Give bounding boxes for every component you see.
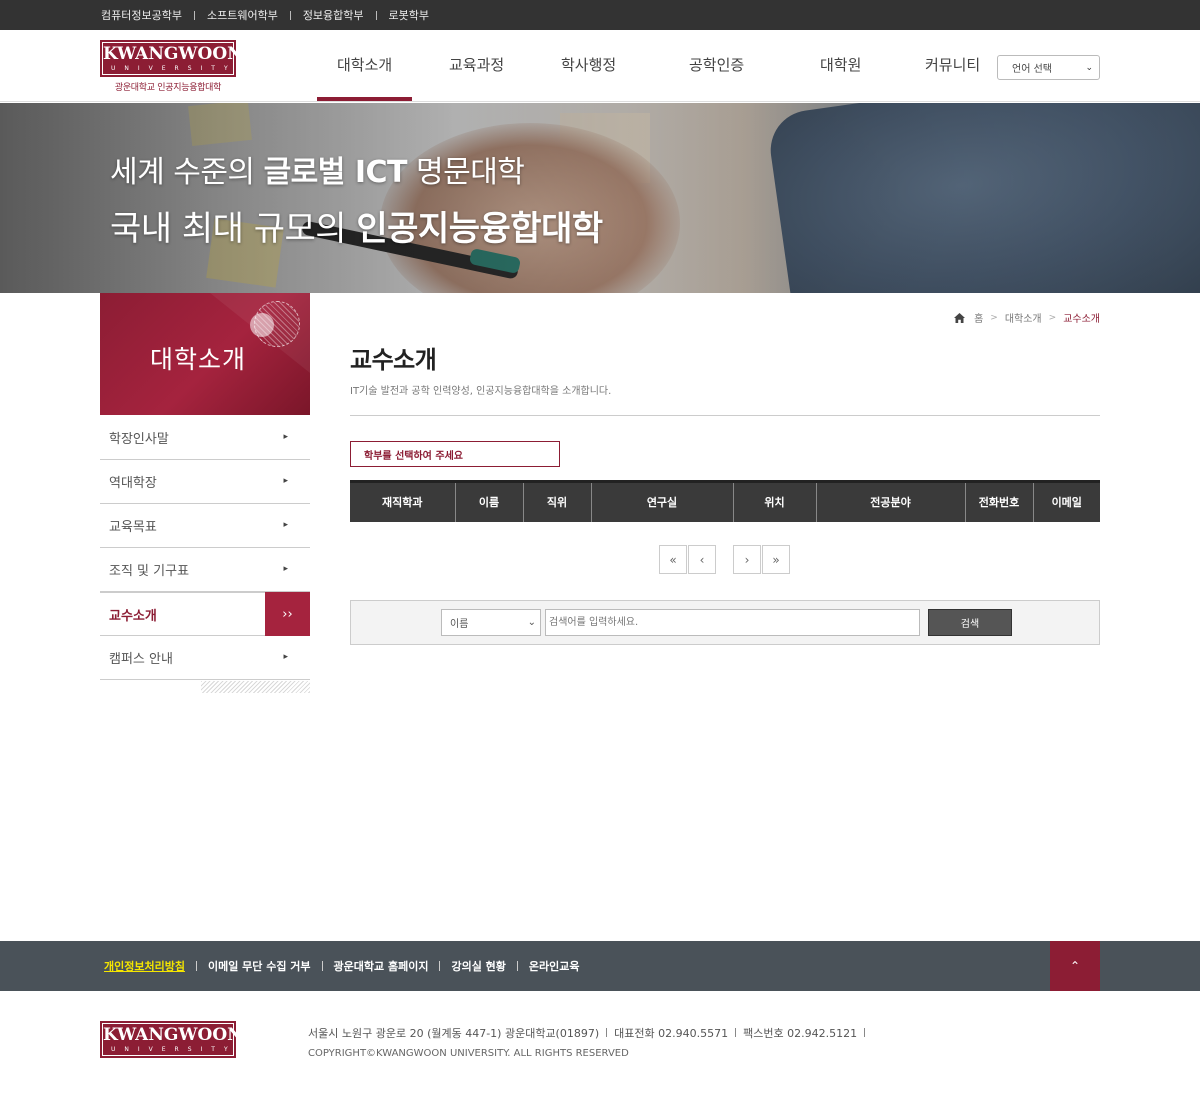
footer-link-privacy[interactable]: 개인정보처리방침 — [104, 958, 185, 974]
sidebar-item-education-goals[interactable]: 교육목표 ▸ — [100, 504, 310, 548]
footer-phone: 대표전화 02.940.5571 — [614, 1027, 729, 1040]
chevron-right-icon: > — [990, 312, 998, 323]
footer-fax: 팩스번호 02.942.5121 — [743, 1027, 858, 1040]
footer-link-university-home[interactable]: 광운대학교 홈페이지 — [311, 958, 429, 974]
nav-item-community[interactable]: 커뮤니티 — [925, 54, 980, 75]
home-icon[interactable] — [953, 312, 966, 324]
top-utility-bar: 컴퓨터정보공학부 소프트웨어학부 정보융합학부 로봇학부 — [0, 0, 1200, 30]
logo-wordmark: KWANGWOON — [103, 44, 243, 64]
banner-headline-1: 세계 수준의 글로벌 ICT 명문대학 — [110, 155, 525, 190]
double-chevron-right-icon: ›› — [265, 592, 310, 636]
col-email: 이메일 — [1033, 480, 1100, 522]
caret-right-icon: ▸ — [283, 564, 288, 574]
footer-link-classroom-status[interactable]: 강의실 현황 — [428, 958, 505, 974]
footer-link-email-refusal[interactable]: 이메일 무단 수집 거부 — [185, 958, 311, 974]
language-select[interactable]: 언어 선택 ⌄ — [997, 55, 1100, 80]
breadcrumb-level1[interactable]: 대학소개 — [1005, 310, 1042, 325]
sidebar-menu: 학장인사말 ▸ 역대학장 ▸ 교육목표 ▸ 조직 및 기구표 ▸ 교수소개 ›› 캠퍼스 … — [100, 416, 310, 680]
footer-links-bar: 개인정보처리방침 이메일 무단 수집 거부 광운대학교 홈페이지 강의실 현황 … — [0, 941, 1200, 991]
col-office: 연구실 — [591, 480, 734, 522]
sidebar-decoration — [201, 681, 310, 693]
breadcrumb-current: 교수소개 — [1063, 314, 1100, 325]
chevron-right-icon: > — [1048, 312, 1057, 323]
sidebar-item-dean-greeting[interactable]: 학장인사말 ▸ — [100, 416, 310, 460]
caret-right-icon: ▸ — [283, 476, 288, 486]
top-link-info-convergence[interactable]: 정보융합학부 — [278, 7, 364, 23]
footer-copyright: COPYRIGHT©KWANGWOON UNIVERSITY. ALL RIGH… — [308, 1048, 629, 1059]
footer-address: 서울시 노원구 광운로 20 (월계동 447-1) 광운대학교(01897) 대… — [308, 1025, 872, 1041]
table-header-row: 재직학과 이름 직위 연구실 위치 전공분야 전화번호 이메일 — [350, 480, 1100, 522]
sidebar-item-campus-guide[interactable]: 캠퍼스 안내 ▸ — [100, 636, 310, 680]
nav-active-indicator — [317, 97, 412, 101]
col-name: 이름 — [455, 480, 524, 522]
university-logo[interactable]: KWANGWOON UNIVERSITY 광운대학교 인공지능융합대학 — [100, 40, 243, 93]
page-description: IT기술 발전과 공학 인력양성, 인공지능융합대학을 소개합니다. — [350, 386, 612, 397]
department-links: 컴퓨터정보공학부 소프트웨어학부 정보융합학부 로봇학부 — [101, 0, 429, 30]
first-page-button[interactable]: « — [659, 545, 687, 574]
col-department: 재직학과 — [350, 480, 456, 522]
breadcrumb: 홈 > 대학소개 > 교수소개 — [953, 310, 1100, 325]
header: KWANGWOON UNIVERSITY 광운대학교 인공지능융합대학 대학소개… — [0, 30, 1200, 102]
top-link-robotics[interactable]: 로봇학부 — [364, 7, 429, 23]
nav-item-graduate[interactable]: 대학원 — [820, 54, 861, 75]
chevron-down-icon: ⌄ — [527, 617, 536, 628]
sidebar-item-faculty[interactable]: 교수소개 ›› — [100, 592, 310, 636]
nav-item-engineering-cert[interactable]: 공학인증 — [689, 54, 744, 75]
hero-banner: 세계 수준의 글로벌 ICT 명문대학 국내 최대 규모의 인공지능융합대학 — [0, 103, 1200, 293]
caret-right-icon: ▸ — [283, 520, 288, 530]
col-position: 직위 — [523, 480, 592, 522]
footer-logo: KWANGWOON UNIVERSITY — [100, 1021, 243, 1058]
chevron-down-icon: ⌄ — [1085, 62, 1093, 73]
chevron-up-icon: ⌃ — [1069, 959, 1081, 973]
col-phone: 전화번호 — [965, 480, 1034, 522]
sidebar-title-box: 대학소개 — [100, 293, 310, 415]
nav-item-about[interactable]: 대학소개 — [337, 54, 392, 75]
breadcrumb-home[interactable]: 홈 — [974, 310, 983, 325]
divider — [350, 415, 1100, 416]
col-location: 위치 — [733, 480, 817, 522]
department-select[interactable]: 학부를 선택하여 주세요 — [350, 441, 560, 467]
logo-subtitle: UNIVERSITY — [111, 65, 237, 72]
col-major-field: 전공분야 — [816, 480, 966, 522]
top-link-software[interactable]: 소프트웨어학부 — [182, 7, 278, 23]
faculty-table: 재직학과 이름 직위 연구실 위치 전공분야 전화번호 이메일 — [350, 480, 1100, 522]
prev-page-button[interactable]: ‹ — [688, 545, 716, 574]
nav-item-academic-admin[interactable]: 학사행정 — [561, 54, 616, 75]
scroll-to-top-button[interactable]: ⌃ — [1050, 941, 1100, 991]
search-input[interactable] — [545, 609, 920, 636]
logo-caption: 광운대학교 인공지능융합대학 — [114, 83, 222, 93]
page-title: 교수소개 — [350, 346, 437, 374]
sidebar-item-former-deans[interactable]: 역대학장 ▸ — [100, 460, 310, 504]
language-select-label: 언어 선택 — [1012, 64, 1052, 75]
caret-right-icon: ▸ — [283, 432, 288, 442]
banner-headline-2: 국내 최대 규모의 인공지능융합대학 — [110, 209, 603, 249]
caret-right-icon: ▸ — [283, 652, 288, 662]
search-button[interactable]: 검색 — [928, 609, 1012, 636]
search-panel: 이름 ⌄ 검색 — [350, 600, 1100, 645]
last-page-button[interactable]: » — [762, 545, 790, 574]
next-page-button[interactable]: › — [733, 545, 761, 574]
sidebar-title: 대학소개 — [150, 345, 247, 374]
nav-item-curriculum[interactable]: 교육과정 — [449, 54, 504, 75]
footer-link-online-education[interactable]: 온라인교육 — [506, 958, 580, 974]
top-link-computer-info[interactable]: 컴퓨터정보공학부 — [101, 7, 182, 23]
sidebar-item-organization[interactable]: 조직 및 기구표 ▸ — [100, 548, 310, 592]
decorative-circle — [250, 313, 274, 337]
search-field-select[interactable]: 이름 ⌄ — [441, 609, 541, 636]
